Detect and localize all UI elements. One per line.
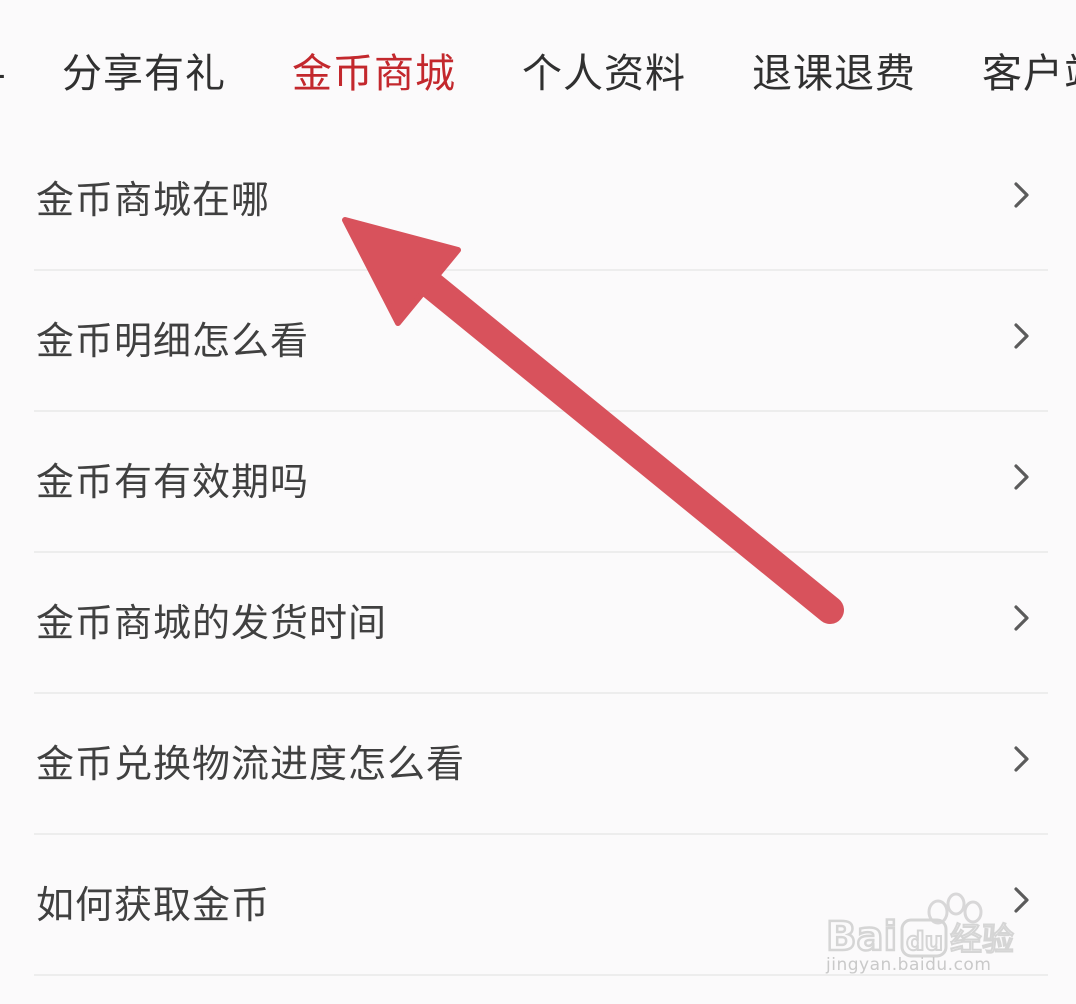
faq-item-label: 金币兑换物流进度怎么看: [36, 742, 466, 786]
faq-item-label: 金币有有效期吗: [36, 460, 310, 504]
faq-item-label: 如何获取金币: [36, 883, 271, 927]
faq-list: 金币商城在哪 金币明细怎么看 金币有有效期吗 金币商城的发货时间 金币兑换物流进…: [0, 130, 1076, 976]
tab-customer-service[interactable]: 客户站: [982, 46, 1076, 102]
chevron-right-icon: [1014, 605, 1029, 631]
faq-item-label: 金币商城在哪: [36, 178, 271, 222]
chevron-right-icon: [1014, 464, 1029, 490]
watermark-logo-text: Bai: [826, 914, 897, 960]
tab-share-gift[interactable]: 分享有礼: [62, 46, 226, 102]
chevron-right-icon: [1014, 182, 1029, 208]
faq-item-label: 金币明细怎么看: [36, 319, 310, 363]
faq-item[interactable]: 金币有有效期吗: [0, 412, 1076, 553]
svg-text:du: du: [906, 927, 943, 957]
tab-profile[interactable]: 个人资料: [522, 46, 686, 102]
faq-item[interactable]: 金币明细怎么看: [0, 271, 1076, 412]
faq-item[interactable]: 金币兑换物流进度怎么看: [0, 694, 1076, 835]
faq-item[interactable]: 金币商城在哪: [0, 130, 1076, 271]
tab-overflow-edge: -: [0, 52, 6, 96]
faq-item-label: 金币商城的发货时间: [36, 601, 388, 645]
chevron-right-icon: [1014, 746, 1029, 772]
chevron-right-icon: [1014, 323, 1029, 349]
tab-refund[interactable]: 退课退费: [752, 46, 916, 102]
tab-coin-mall[interactable]: 金币商城: [292, 46, 456, 102]
svg-text:经验: 经验: [950, 920, 1014, 958]
tab-bar: - 分享有礼 金币商城 个人资料 退课退费 客户站: [0, 0, 1076, 150]
faq-item[interactable]: 金币商城的发货时间: [0, 553, 1076, 694]
watermark-url: jingyan.baidu.com: [826, 955, 992, 975]
